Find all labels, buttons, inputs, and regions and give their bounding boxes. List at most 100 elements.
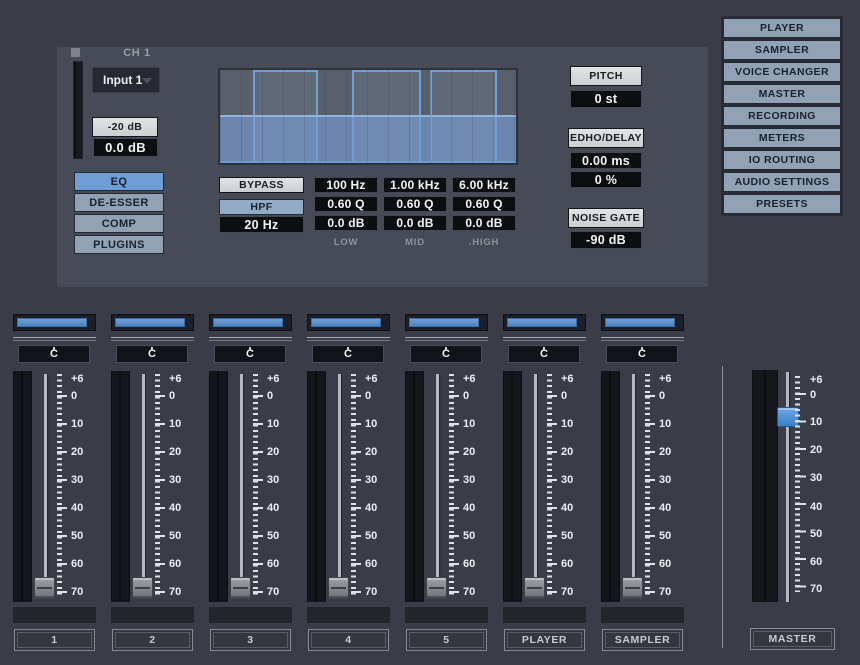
pitch-value[interactable]: 0 st xyxy=(570,90,642,108)
eq-band-gain[interactable]: 0.0 dB xyxy=(314,215,378,231)
fader-scale-label: 70 xyxy=(808,583,835,595)
fader-scale-label: 60 xyxy=(167,558,194,570)
channel-tab[interactable]: EQ xyxy=(74,172,164,191)
fader-scale-label: 0 xyxy=(363,390,390,402)
fader-scale-label: 60 xyxy=(363,558,390,570)
pan-center-tick xyxy=(249,347,251,350)
fader-scale: +6010203040506070 xyxy=(559,314,586,652)
channel-button-label: PLAYER xyxy=(522,634,567,646)
fader-scale-label: 10 xyxy=(657,418,684,430)
eq-band-q[interactable]: 0.60 Q xyxy=(383,196,447,212)
fader-scale-label: +6 xyxy=(808,374,835,386)
fader-handle[interactable] xyxy=(34,577,55,599)
pan-center-tick xyxy=(445,347,447,350)
menu-button[interactable]: PRESETS xyxy=(723,194,841,214)
eq-band-q[interactable]: 0.60 Q xyxy=(452,196,516,212)
fader-scale-label: 60 xyxy=(69,558,96,570)
fader-handle[interactable] xyxy=(524,577,545,599)
fader-scale-label: 70 xyxy=(69,586,96,598)
channel-select-button[interactable]: 3 xyxy=(210,629,291,651)
hpf-button[interactable]: HPF xyxy=(219,199,304,215)
eq-graph[interactable] xyxy=(218,68,518,165)
eq-band-controls: 100 Hz 0.60 Q 0.0 dB LOW 1.00 kHz 0.60 Q… xyxy=(314,177,518,248)
fader-scale-label: 60 xyxy=(657,558,684,570)
fader-scale-label: 70 xyxy=(461,586,488,598)
fader-scale-label: 0 xyxy=(559,390,586,402)
noise-gate-value[interactable]: -90 dB xyxy=(570,231,642,249)
eq-band-frequency[interactable]: 6.00 kHz xyxy=(452,177,516,193)
fader-track[interactable] xyxy=(44,374,47,599)
channel-fx-tabs: EQ DE-ESSER COMP PLUGINS xyxy=(74,172,164,256)
menu-button[interactable]: PLAYER xyxy=(723,18,841,38)
menu-button[interactable]: METERS xyxy=(723,128,841,148)
menu-button[interactable]: IO ROUTING xyxy=(723,150,841,170)
pitch-button[interactable]: PITCH xyxy=(570,66,642,86)
channel-tab[interactable]: PLUGINS xyxy=(74,235,164,254)
fader-scale-label: 60 xyxy=(265,558,292,570)
eq-bypass-button[interactable]: BYPASS xyxy=(219,177,304,193)
channel-level-meter xyxy=(601,371,620,602)
eq-band-gain[interactable]: 0.0 dB xyxy=(383,215,447,231)
fader-track[interactable] xyxy=(436,374,439,599)
fader-handle[interactable] xyxy=(132,577,153,599)
channel-select-button[interactable]: PLAYER xyxy=(504,629,585,651)
mixer-channel-strip: C +6010203040506070 5 xyxy=(405,314,488,652)
input-source-dropdown[interactable]: Input 1 xyxy=(92,67,160,93)
input-gain-button[interactable]: -20 dB xyxy=(92,117,158,137)
fader-scale-label: 10 xyxy=(69,418,96,430)
echo-delay-mix-value[interactable]: 0 % xyxy=(570,171,642,188)
fader-handle[interactable] xyxy=(426,577,447,599)
input-gain-value[interactable]: 0.0 dB xyxy=(93,138,158,157)
fader-scale: +6010203040506070 xyxy=(657,314,684,652)
channel-select-button[interactable]: 1 xyxy=(14,629,95,651)
master-button-label: MASTER xyxy=(769,633,817,645)
channel-led-indicator xyxy=(71,48,80,57)
fader-scale-label: 0 xyxy=(657,390,684,402)
channel-select-button[interactable]: 4 xyxy=(308,629,389,651)
fader-scale-label: 40 xyxy=(461,502,488,514)
pan-center-tick xyxy=(53,347,55,350)
fader-scale: +6010203040506070 xyxy=(69,314,96,652)
echo-delay-time-value[interactable]: 0.00 ms xyxy=(570,152,642,169)
menu-button[interactable]: MASTER xyxy=(723,84,841,104)
menu-button[interactable]: AUDIO SETTINGS xyxy=(723,172,841,192)
fader-handle[interactable] xyxy=(622,577,643,599)
fader-scale-ticks xyxy=(645,374,655,598)
channel-select-button[interactable]: 2 xyxy=(112,629,193,651)
echo-delay-button[interactable]: EDHO/DELAY xyxy=(568,128,644,148)
channel-select-button[interactable]: SAMPLER xyxy=(602,629,683,651)
menu-button[interactable]: RECORDING xyxy=(723,106,841,126)
fader-track[interactable] xyxy=(142,374,145,599)
channel-button-label: SAMPLER xyxy=(615,634,671,646)
fader-scale-label: 20 xyxy=(69,446,96,458)
master-select-button[interactable]: MASTER xyxy=(750,628,835,650)
fader-scale-label: 0 xyxy=(265,390,292,402)
fader-scale-label: 20 xyxy=(808,444,835,456)
master-strip: +6010203040506070 MASTER xyxy=(750,370,836,651)
channel-tab[interactable]: COMP xyxy=(74,214,164,233)
fader-scale-label: 10 xyxy=(167,418,194,430)
menu-button[interactable]: VOICE CHANGER xyxy=(723,62,841,82)
eq-band-q[interactable]: 0.60 Q xyxy=(314,196,378,212)
fader-scale-label: 0 xyxy=(167,390,194,402)
fader-track[interactable] xyxy=(534,374,537,599)
eq-band-gain[interactable]: 0.0 dB xyxy=(452,215,516,231)
fader-track[interactable] xyxy=(338,374,341,599)
fader-handle[interactable] xyxy=(328,577,349,599)
pan-center-tick xyxy=(347,347,349,350)
fader-scale-ticks xyxy=(351,374,361,598)
eq-band-frequency[interactable]: 100 Hz xyxy=(314,177,378,193)
fader-handle[interactable] xyxy=(230,577,251,599)
fader-scale-label: 30 xyxy=(808,472,835,484)
hpf-frequency-value[interactable]: 20 Hz xyxy=(219,216,304,233)
fader-scale-ticks xyxy=(253,374,263,598)
channel-tab[interactable]: DE-ESSER xyxy=(74,193,164,212)
fader-track[interactable] xyxy=(632,374,635,599)
pan-center-tick xyxy=(151,347,153,350)
channel-select-button[interactable]: 5 xyxy=(406,629,487,651)
fader-scale-label: +6 xyxy=(559,373,586,385)
menu-button[interactable]: SAMPLER xyxy=(723,40,841,60)
fader-track[interactable] xyxy=(240,374,243,599)
eq-band-frequency[interactable]: 1.00 kHz xyxy=(383,177,447,193)
noise-gate-button[interactable]: NOISE GATE xyxy=(568,208,644,228)
